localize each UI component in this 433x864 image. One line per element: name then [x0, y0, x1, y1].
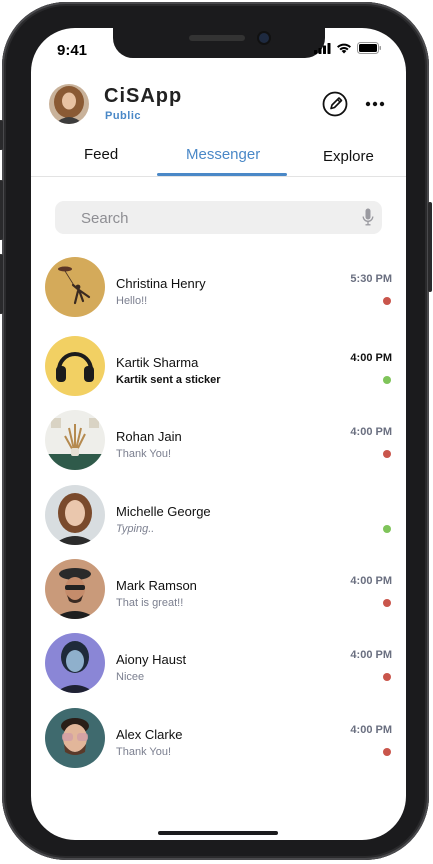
- message-time: 5:30 PM: [350, 273, 392, 285]
- profile-avatar[interactable]: [49, 84, 89, 124]
- mute-switch: [0, 120, 3, 150]
- search-bar: [55, 201, 382, 234]
- online-indicator: [383, 525, 391, 533]
- contact-name: Rohan Jain: [116, 429, 182, 444]
- status-icons: [314, 42, 382, 54]
- contact-avatar: [45, 708, 105, 768]
- phone-frame: 9:41 CiSApp Public Feed Messenger Explor…: [0, 2, 432, 860]
- message-time: 4:00 PM: [350, 649, 392, 661]
- message-preview: That is great!!: [116, 597, 184, 609]
- contact-avatar: [45, 559, 105, 619]
- speaker: [189, 35, 245, 41]
- message-preview: Kartik sent a sticker: [116, 374, 221, 386]
- unread-indicator: [383, 297, 391, 305]
- app-visibility: Public: [105, 110, 142, 122]
- message-time: 4:00 PM: [350, 575, 392, 587]
- conversation-row[interactable]: Rohan Jain Thank You! 4:00 PM: [31, 410, 406, 484]
- conversation-row[interactable]: Alex Clarke Thank You! 4:00 PM: [31, 708, 406, 782]
- contact-name: Michelle George: [116, 504, 211, 519]
- message-time: 4:00 PM: [350, 426, 392, 438]
- unread-indicator: [383, 748, 391, 756]
- message-preview: Typing..: [116, 523, 155, 535]
- contact-name: Aiony Haust: [116, 652, 187, 667]
- status-time: 9:41: [57, 42, 88, 59]
- home-indicator[interactable]: [158, 831, 278, 835]
- conversation-row[interactable]: Mark Ramson That is great!! 4:00 PM: [31, 559, 406, 633]
- conversation-row[interactable]: Kartik Sharma Kartik sent a sticker 4:00…: [31, 336, 406, 410]
- contact-name: Kartik Sharma: [116, 355, 199, 370]
- tab-feed[interactable]: Feed: [84, 146, 118, 163]
- online-indicator: [383, 376, 391, 384]
- contact-avatar: [45, 485, 105, 545]
- message-time: 4:00 PM: [350, 352, 392, 364]
- camera-icon: [259, 33, 269, 43]
- unread-indicator: [383, 673, 391, 681]
- contact-name: Mark Ramson: [116, 578, 197, 593]
- wifi-icon: [337, 43, 351, 53]
- tab-explore[interactable]: Explore: [323, 148, 374, 165]
- message-preview: Thank You!: [116, 448, 172, 460]
- contact-name: Alex Clarke: [116, 727, 183, 742]
- volume-down-button: [0, 254, 3, 314]
- unread-indicator: [383, 599, 391, 607]
- conversation-row[interactable]: Christina Henry Hello!! 5:30 PM: [31, 257, 406, 331]
- microphone-icon[interactable]: [362, 208, 374, 226]
- message-time: 4:00 PM: [350, 724, 392, 736]
- compose-icon[interactable]: [321, 90, 349, 118]
- more-icon[interactable]: [361, 90, 389, 118]
- unread-indicator: [383, 450, 391, 458]
- contact-avatar: [45, 410, 105, 470]
- tab-messenger[interactable]: Messenger: [186, 146, 260, 163]
- phone-screen: 9:41 CiSApp Public Feed Messenger Explor…: [31, 28, 406, 840]
- notch: [113, 28, 325, 58]
- contact-avatar: [45, 257, 105, 317]
- conversation-row[interactable]: Aiony Haust Nicee 4:00 PM: [31, 633, 406, 707]
- conversation-row[interactable]: Michelle George Typing..: [31, 485, 406, 559]
- app-header: CiSApp Public: [49, 84, 389, 124]
- volume-up-button: [0, 180, 3, 240]
- search-input[interactable]: [79, 207, 343, 229]
- active-tab-indicator: [157, 173, 287, 176]
- tab-bar: Feed Messenger Explore: [31, 138, 406, 177]
- battery-icon: [357, 42, 381, 54]
- message-preview: Nicee: [116, 671, 145, 683]
- contact-avatar: [45, 633, 105, 693]
- message-preview: Thank You!: [116, 746, 172, 758]
- contact-avatar: [45, 336, 105, 396]
- contact-name: Christina Henry: [116, 276, 206, 291]
- signal-icon: [314, 42, 331, 54]
- message-preview: Hello!!: [116, 295, 148, 307]
- power-button: [428, 202, 432, 292]
- app-title: CiSApp: [104, 85, 183, 107]
